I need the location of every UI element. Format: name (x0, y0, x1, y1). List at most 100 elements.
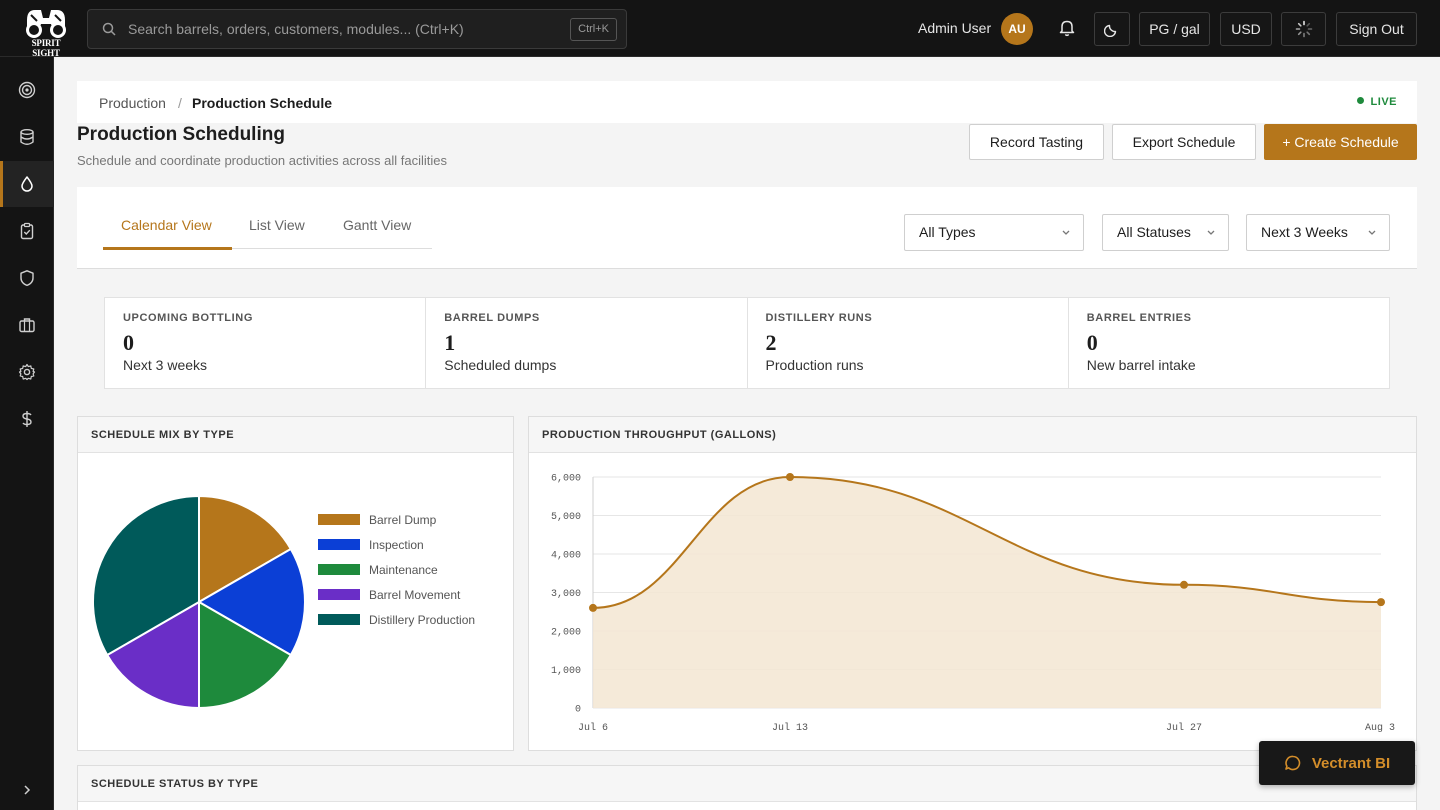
tab-gantt-view[interactable]: Gantt View (343, 217, 411, 233)
sidebar-item-inventory[interactable] (0, 114, 54, 160)
legend-swatch (318, 614, 360, 625)
stat-value: 0 (123, 330, 134, 355)
page-subtitle: Schedule and coordinate production activ… (77, 153, 447, 168)
legend-item[interactable]: Barrel Movement (318, 582, 475, 607)
schedule-mix-title: SCHEDULE MIX BY TYPE (78, 417, 513, 453)
legend-label: Inspection (369, 537, 424, 552)
target-icon (18, 81, 36, 99)
tab-calendar-view[interactable]: Calendar View (121, 217, 212, 233)
data-point[interactable] (589, 603, 597, 612)
x-tick-label: Jul 27 (1166, 722, 1202, 734)
unit-toggle-button[interactable]: PG / gal (1139, 12, 1210, 46)
status-filter-value: All Statuses (1117, 224, 1191, 240)
legend-label: Distillery Production (369, 612, 476, 627)
briefcase-icon (19, 318, 35, 333)
stats-row: UPCOMING BOTTLING 0 Next 3 weeks BARREL … (104, 297, 1390, 389)
chevron-right-icon (24, 785, 31, 795)
date-range-select[interactable]: Next 3 Weeks (1246, 214, 1390, 251)
y-tick-label: 5,000 (551, 512, 581, 523)
stat-value: 0 (1086, 330, 1098, 355)
type-filter-select[interactable]: All Types (904, 214, 1084, 251)
breadcrumb-current: Production Schedule (192, 95, 333, 111)
schedule-mix-card: SCHEDULE MIX BY TYPE Barrel Dump Inspecti… (77, 416, 514, 751)
stat-label: DISTILLERY RUNS (765, 312, 873, 324)
top-bar: SPIRIT SIGHT Ctrl+K Admin User AU PG / g… (0, 0, 1440, 58)
legend-item[interactable]: Barrel Dump (318, 507, 475, 532)
live-label: LIVE (1370, 96, 1397, 108)
y-tick-label: 2,000 (551, 628, 581, 639)
sidebar-item-business[interactable] (0, 302, 54, 348)
legend-swatch (318, 564, 360, 575)
legend-item[interactable]: Inspection (318, 532, 475, 557)
stat-sub: Next 3 weeks (123, 357, 208, 373)
database-icon (20, 129, 34, 145)
sidebar-expand-button[interactable] (0, 770, 54, 810)
sidebar-item-production[interactable] (0, 161, 54, 207)
x-tick-label: Aug 3 (1365, 723, 1395, 734)
date-range-value: Next 3 Weeks (1261, 224, 1348, 240)
y-tick-label: 6,000 (551, 474, 581, 485)
breadcrumb-separator: / (178, 95, 182, 111)
data-point[interactable] (1180, 580, 1188, 589)
loading-spinner-button[interactable] (1281, 12, 1326, 46)
schedule-mix-pie-chart (92, 494, 306, 710)
sidebar-item-compliance[interactable] (0, 255, 54, 301)
chat-bubble-icon (1285, 755, 1301, 771)
data-point[interactable] (1377, 598, 1385, 607)
live-status-badge: LIVE (1356, 96, 1397, 108)
sidebar-item-tasks[interactable] (0, 208, 54, 254)
active-tab-indicator (103, 247, 232, 250)
data-point[interactable] (786, 473, 794, 481)
throughput-card: PRODUCTION THROUGHPUT (GALLONS) 6,000 5,0… (528, 416, 1417, 751)
moon-icon (1103, 24, 1117, 38)
bell-icon[interactable] (1057, 18, 1077, 38)
y-tick-label: 1,000 (551, 666, 581, 677)
schedule-status-title: SCHEDULE STATUS BY TYPE (78, 766, 1416, 802)
chevron-down-icon (1368, 230, 1376, 235)
user-name[interactable]: Admin User (918, 20, 991, 36)
logo-text: SPIRIT SIGHT (31, 38, 61, 58)
sidebar-item-finance[interactable] (0, 396, 54, 442)
schedule-status-card: SCHEDULE STATUS BY TYPE (77, 765, 1417, 810)
status-filter-select[interactable]: All Statuses (1102, 214, 1229, 251)
view-toolbar: Calendar View List View Gantt View All T… (77, 187, 1417, 269)
throughput-title: PRODUCTION THROUGHPUT (GALLONS) (529, 417, 1416, 453)
legend-label: Barrel Movement (369, 587, 461, 602)
chevron-down-icon (1207, 230, 1215, 235)
avatar[interactable]: AU (1001, 13, 1033, 45)
sidebar-item-settings[interactable] (0, 349, 54, 395)
x-tick-label: Jul 13 (772, 722, 808, 734)
stat-value: 1 (444, 330, 456, 355)
search-icon (102, 22, 116, 36)
vectrant-bi-chat-button[interactable]: Vectrant BI (1259, 741, 1415, 785)
record-tasting-button[interactable]: Record Tasting (969, 124, 1104, 160)
stat-label: BARREL DUMPS (444, 312, 540, 324)
sidebar (0, 57, 54, 810)
sidebar-item-overview[interactable] (0, 67, 54, 113)
dollar-icon (22, 411, 32, 427)
app-logo[interactable]: SPIRIT SIGHT (20, 6, 72, 58)
throughput-area-chart: 6,000 5,000 4,000 3,000 2,000 1,000 0 Jul 6 Jul … (551, 473, 1395, 734)
stat-sub: Production runs (765, 357, 864, 373)
export-schedule-button[interactable]: Export Schedule (1112, 124, 1256, 160)
legend-item[interactable]: Distillery Production (318, 607, 475, 632)
stat-label: BARREL ENTRIES (1086, 312, 1192, 324)
y-tick-label: 3,000 (551, 589, 581, 600)
theme-toggle-button[interactable] (1094, 12, 1130, 46)
clipboard-icon (20, 222, 34, 240)
search-input[interactable] (128, 10, 548, 48)
currency-button[interactable]: USD (1220, 12, 1272, 46)
breadcrumb-parent[interactable]: Production (99, 95, 166, 111)
create-schedule-button[interactable]: + Create Schedule (1264, 124, 1417, 160)
global-search[interactable]: Ctrl+K (87, 9, 627, 49)
page-title: Production Scheduling (77, 124, 285, 145)
tab-list-view[interactable]: List View (249, 217, 305, 233)
search-shortcut-hint: Ctrl+K (570, 18, 617, 41)
legend-item[interactable]: Maintenance (318, 557, 475, 582)
gear-icon (18, 363, 36, 381)
stat-value: 2 (765, 330, 777, 355)
spinner-icon (1295, 20, 1312, 38)
stat-barrel-entries: BARREL ENTRIES 0 New barrel intake (1069, 298, 1389, 388)
pie-legend: Barrel Dump Inspection Maintenance Barrel M… (318, 507, 475, 632)
sign-out-button[interactable]: Sign Out (1336, 12, 1417, 46)
